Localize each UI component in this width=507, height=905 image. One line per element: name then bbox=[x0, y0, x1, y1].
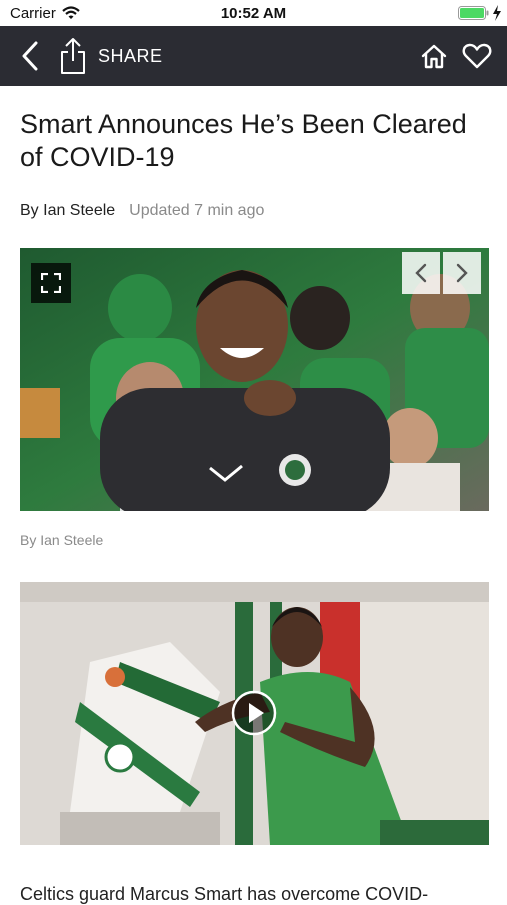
byline-author: By Ian Steele bbox=[20, 202, 116, 219]
play-button[interactable] bbox=[231, 690, 277, 736]
clock: 10:52 AM bbox=[220, 5, 287, 22]
chevron-right-icon bbox=[456, 263, 468, 283]
battery-icon bbox=[458, 6, 489, 20]
home-button[interactable] bbox=[416, 38, 452, 74]
gallery-prev-button[interactable] bbox=[402, 252, 440, 294]
charging-bolt-icon bbox=[493, 5, 501, 21]
status-bar: Carrier 10:52 AM bbox=[0, 0, 507, 26]
byline: By Ian Steele Updated 7 min ago bbox=[20, 202, 264, 220]
article-body-lead: Celtics guard Marcus Smart has overcome … bbox=[20, 884, 429, 904]
chevron-left-icon bbox=[415, 263, 427, 283]
nav-bar: SHARE bbox=[0, 26, 507, 86]
fullscreen-button[interactable] bbox=[31, 263, 71, 303]
share-icon bbox=[61, 38, 85, 74]
back-button[interactable] bbox=[12, 36, 48, 76]
byline-updated: Updated 7 min ago bbox=[129, 202, 265, 219]
share-button[interactable]: SHARE bbox=[58, 36, 163, 76]
video-player[interactable] bbox=[20, 582, 489, 845]
photo-credit: By Ian Steele bbox=[20, 532, 104, 548]
fullscreen-icon bbox=[41, 273, 61, 293]
share-label: SHARE bbox=[98, 45, 163, 66]
gallery-next-button[interactable] bbox=[443, 252, 481, 294]
article-headline: Smart Announces He’s Been Cleared of COV… bbox=[20, 109, 467, 172]
heart-icon bbox=[462, 43, 492, 69]
home-icon bbox=[421, 44, 447, 69]
chevron-left-icon bbox=[22, 41, 38, 71]
play-icon bbox=[231, 690, 277, 736]
photo-gallery[interactable] bbox=[20, 248, 489, 511]
favorite-button[interactable] bbox=[458, 38, 496, 74]
